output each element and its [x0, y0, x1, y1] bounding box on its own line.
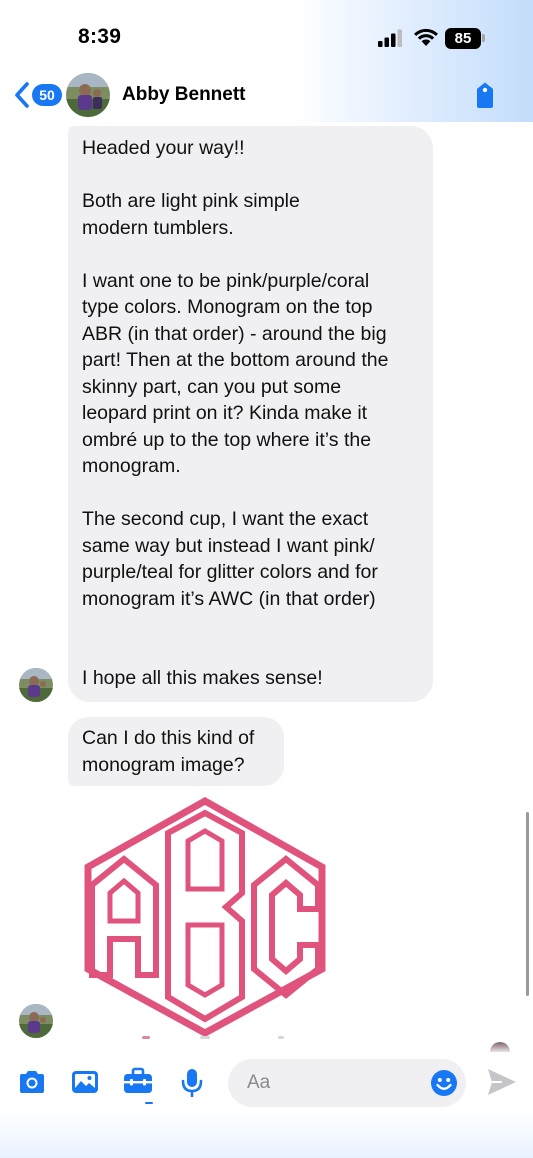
monogram-image[interactable] [80, 797, 330, 1037]
chat-header: 50 Abby Bennett [0, 70, 533, 122]
unread-count-badge: 50 [32, 84, 62, 106]
toolbox-icon[interactable] [122, 1067, 154, 1097]
avatar-photo [19, 1004, 53, 1038]
battery-tip [482, 34, 485, 42]
battery-level: 85 [454, 30, 472, 47]
wifi-icon [414, 28, 438, 46]
avatar-photo [66, 73, 110, 117]
image-icon[interactable] [70, 1067, 100, 1097]
monogram-caption-fragment [142, 1036, 284, 1039]
status-time: 8:39 [78, 25, 122, 48]
message-bubble[interactable]: Can I do this kind of monogram image? [68, 717, 284, 786]
scrollbar[interactable] [526, 812, 529, 996]
sender-avatar[interactable] [19, 1004, 53, 1038]
emoji-icon[interactable] [430, 1069, 458, 1097]
microphone-icon[interactable] [180, 1067, 204, 1099]
cellular-signal-icon [378, 29, 402, 47]
contact-name[interactable]: Abby Bennett [122, 84, 246, 106]
camera-icon[interactable] [17, 1067, 47, 1097]
send-icon[interactable] [486, 1067, 518, 1097]
status-bar: 8:39 85 [0, 0, 533, 70]
tab-indicator [145, 1102, 153, 1104]
chevron-left-icon [15, 82, 29, 108]
avatar-photo [19, 668, 53, 702]
tag-icon[interactable] [473, 81, 497, 109]
contact-avatar[interactable] [66, 73, 110, 117]
message-bubble[interactable]: Headed your way!! Both are light pink si… [68, 126, 433, 702]
sender-avatar[interactable] [19, 668, 53, 702]
back-button[interactable]: 50 [14, 82, 62, 108]
battery-indicator: 85 [445, 28, 481, 49]
